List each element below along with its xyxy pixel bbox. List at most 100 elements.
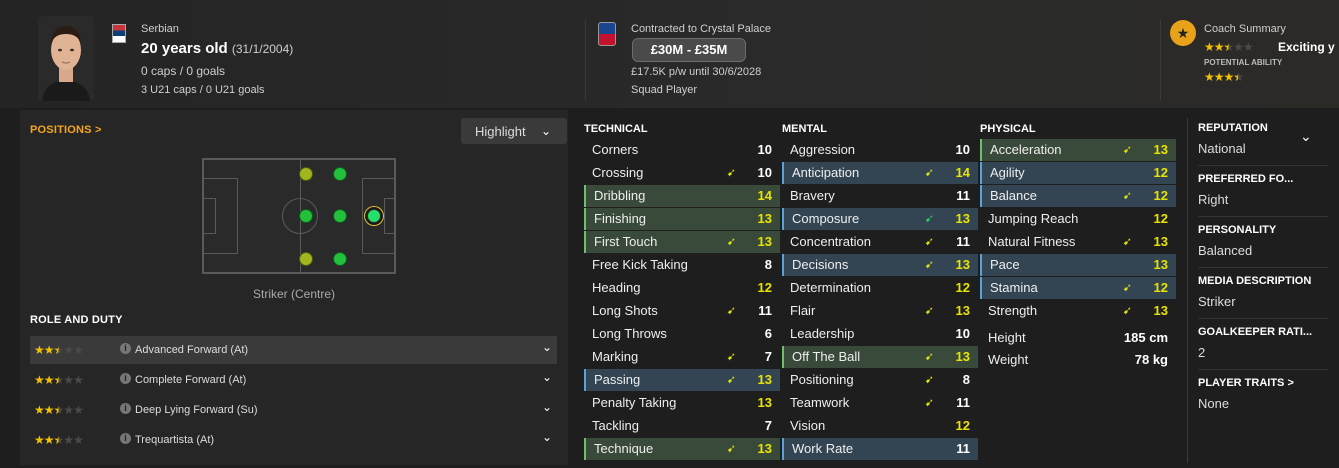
attribute-row[interactable]: Aggression 10 — [782, 139, 978, 161]
info-icon[interactable]: i — [120, 373, 131, 384]
club-crest-icon[interactable] — [598, 22, 616, 46]
attribute-row[interactable]: Pace 13 — [980, 254, 1176, 276]
trend-arrow-icon: ➹ — [924, 167, 934, 179]
divider — [1198, 216, 1328, 217]
role-label: Advanced Forward (At) — [135, 344, 249, 356]
age-text: 20 years old — [141, 40, 228, 57]
attribute-row[interactable]: Marking ➹ 7 — [584, 346, 780, 368]
pos-str-dot[interactable] — [333, 252, 347, 266]
info-label: REPUTATION — [1198, 122, 1268, 134]
role-rating-stars: ★★★★★ — [34, 343, 84, 357]
coach-summary-title[interactable]: Coach Summary — [1204, 23, 1286, 35]
attribute-row[interactable]: Anticipation ➹ 14 — [782, 162, 978, 184]
attribute-value: 11 — [956, 441, 970, 456]
attribute-row[interactable]: Work Rate 11 — [782, 438, 978, 460]
pos-aml-dot[interactable] — [299, 167, 313, 181]
trend-arrow-icon: ➹ — [924, 213, 934, 225]
info-label: GOALKEEPER RATI... — [1198, 326, 1313, 338]
attribute-row[interactable]: Heading 12 — [584, 277, 780, 299]
role-row[interactable]: ★★★★★ i Complete Forward (At) ⌄ — [30, 366, 557, 394]
attribute-row[interactable]: Leadership 10 — [782, 323, 978, 345]
highlight-dropdown[interactable]: Highlight ⌄ — [461, 118, 567, 144]
info-label: MEDIA DESCRIPTION — [1198, 275, 1312, 287]
chevron-down-icon[interactable]: ⌄ — [1300, 128, 1312, 145]
attribute-name: Long Throws — [592, 326, 667, 341]
attribute-value: 11 — [956, 234, 970, 249]
chevron-down-icon[interactable]: ⌄ — [542, 400, 552, 414]
attribute-row[interactable]: Stamina ➹ 12 — [980, 277, 1176, 299]
attribute-row[interactable]: Decisions ➹ 13 — [782, 254, 978, 276]
attribute-value: 13 — [955, 257, 970, 272]
potential-ability-stars: ★★★★ — [1204, 70, 1244, 84]
attribute-name: Decisions — [792, 257, 849, 272]
attribute-row[interactable]: Finishing 13 — [584, 208, 780, 230]
attribute-value: 13 — [757, 395, 772, 410]
info-label[interactable]: PLAYER TRAITS > — [1198, 377, 1294, 389]
role-row[interactable]: ★★★★★ i Deep Lying Forward (Su) ⌄ — [30, 396, 557, 424]
trend-arrow-icon: ➹ — [924, 259, 934, 271]
attribute-row[interactable]: Balance ➹ 12 — [980, 185, 1176, 207]
trend-arrow-icon: ➹ — [924, 351, 934, 363]
attribute-name: Work Rate — [792, 441, 854, 456]
info-icon[interactable]: i — [120, 433, 131, 444]
attribute-row[interactable]: Positioning ➹ 8 — [782, 369, 978, 391]
divider — [1198, 165, 1328, 166]
attribute-row[interactable]: Vision 12 — [782, 415, 978, 437]
attribute-name: Heading — [592, 280, 641, 295]
pos-stl-dot[interactable] — [333, 167, 347, 181]
trend-arrow-icon: ➹ — [726, 236, 736, 248]
attribute-row[interactable]: Long Throws 6 — [584, 323, 780, 345]
attribute-row[interactable]: Agility 12 — [980, 162, 1176, 184]
pos-st-dot[interactable] — [333, 209, 347, 223]
info-icon[interactable]: i — [120, 343, 131, 354]
attribute-row[interactable]: Tackling 7 — [584, 415, 780, 437]
potential-ability-label: POTENTIAL ABILITY — [1204, 58, 1283, 67]
attribute-row[interactable]: Strength ➹ 13 — [980, 300, 1176, 322]
attribute-value: 12 — [955, 280, 970, 295]
transfer-value[interactable]: £30M - £35M — [632, 38, 746, 62]
attribute-row[interactable]: First Touch ➹ 13 — [584, 231, 780, 253]
positions-link[interactable]: POSITIONS > — [30, 124, 102, 136]
attribute-value: 7 — [764, 418, 772, 433]
attribute-name: Dribbling — [594, 188, 646, 203]
trend-arrow-icon: ➹ — [726, 374, 736, 386]
weight-value: 78 kg — [1134, 352, 1168, 367]
attribute-row[interactable]: Free Kick Taking 8 — [584, 254, 780, 276]
attribute-name: Acceleration — [990, 142, 1062, 157]
attribute-row[interactable]: Passing ➹ 13 — [584, 369, 780, 391]
attribute-row[interactable]: Acceleration ➹ 13 — [980, 139, 1176, 161]
attribute-row[interactable]: Technique ➹ 13 — [584, 438, 780, 460]
attribute-row[interactable]: Composure ➹ 13 — [782, 208, 978, 230]
attribute-row[interactable]: Corners 10 — [584, 139, 780, 161]
position-label: Striker (Centre) — [253, 287, 336, 301]
technical-title: TECHNICAL — [584, 123, 648, 135]
chevron-down-icon[interactable]: ⌄ — [542, 370, 552, 384]
chevron-down-icon[interactable]: ⌄ — [542, 430, 552, 444]
attribute-row[interactable]: Teamwork ➹ 11 — [782, 392, 978, 414]
trend-arrow-icon: ➹ — [726, 305, 736, 317]
pos-amr-dot[interactable] — [299, 252, 313, 266]
attribute-row[interactable]: Natural Fitness ➹ 13 — [980, 231, 1176, 253]
pos-stc-selected-dot[interactable] — [367, 209, 381, 223]
attribute-row[interactable]: Off The Ball ➹ 13 — [782, 346, 978, 368]
attribute-row[interactable]: Bravery 11 — [782, 185, 978, 207]
attribute-row[interactable]: Dribbling 14 — [584, 185, 780, 207]
attribute-row[interactable]: Crossing ➹ 10 — [584, 162, 780, 184]
attribute-name: Agility — [990, 165, 1025, 180]
attribute-value: 8 — [962, 372, 970, 387]
attribute-name: Technique — [594, 441, 654, 456]
attribute-row[interactable]: Concentration ➹ 11 — [782, 231, 978, 253]
role-row[interactable]: ★★★★★ i Advanced Forward (At) ⌄ — [30, 336, 557, 364]
pos-amc-dot[interactable] — [299, 209, 313, 223]
attribute-row[interactable]: Jumping Reach 12 — [980, 208, 1176, 230]
attribute-row[interactable]: Flair ➹ 13 — [782, 300, 978, 322]
mental-title: MENTAL — [782, 123, 828, 135]
attribute-row[interactable]: Penalty Taking 13 — [584, 392, 780, 414]
attribute-row[interactable]: Long Shots ➹ 11 — [584, 300, 780, 322]
info-icon[interactable]: i — [120, 403, 131, 414]
chevron-down-icon[interactable]: ⌄ — [542, 340, 552, 354]
contract-title[interactable]: Contracted to Crystal Palace — [631, 23, 771, 35]
trend-arrow-icon: ➹ — [924, 305, 934, 317]
role-row[interactable]: ★★★★★ i Trequartista (At) ⌄ — [30, 426, 557, 454]
attribute-row[interactable]: Determination 12 — [782, 277, 978, 299]
